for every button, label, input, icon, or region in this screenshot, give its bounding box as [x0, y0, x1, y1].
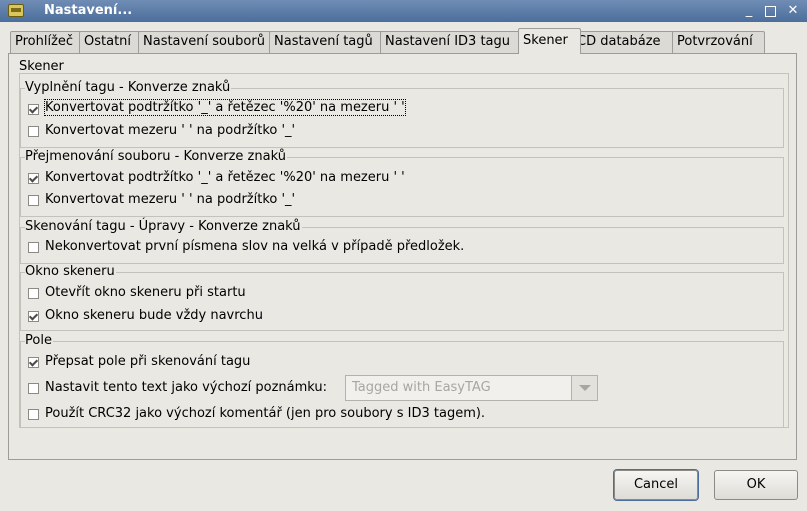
group-title-scanner-window: Okno skeneru	[25, 264, 116, 279]
checkbox-default-comment[interactable]	[28, 383, 39, 394]
chevron-down-icon[interactable]	[571, 376, 597, 400]
label-scanner-always-on-top[interactable]: Okno skeneru bude vždy navrchu	[45, 308, 263, 323]
label-tag-fill-space[interactable]: Konvertovat mezeru ' ' na podržítko '_'	[45, 123, 295, 138]
group-title-scan-edit: Skenování tagu - Úpravy - Konverze znaků	[25, 219, 302, 234]
group-tag-fill-box	[20, 88, 784, 148]
checkbox-crc32-comment[interactable]	[28, 409, 39, 420]
tab-nastaveni-souboru[interactable]: Nastavení souborů	[138, 31, 275, 53]
default-comment-combo[interactable]: Tagged with EasyTAG	[345, 375, 598, 401]
tab-cd-databaze[interactable]: CD databáze	[572, 31, 680, 53]
tab-prohlizec[interactable]: Prohlížeč	[10, 31, 82, 53]
checkbox-tag-fill-underscore[interactable]	[28, 104, 39, 115]
tab-potvrzovani[interactable]: Potvrzování	[672, 31, 765, 53]
minimize-icon[interactable]: _	[741, 3, 757, 19]
label-no-capitalize-prepositions[interactable]: Nekonvertovat první písmena slov na velk…	[45, 239, 464, 254]
default-comment-entry[interactable]: Tagged with EasyTAG	[352, 380, 491, 395]
tab-nastaveni-id3-tagu[interactable]: Nastavení ID3 tagu	[380, 31, 525, 53]
maximize-icon[interactable]	[762, 3, 778, 19]
app-icon	[8, 4, 24, 17]
title-bar: Nastavení... _ ✕	[0, 0, 807, 22]
checkbox-overwrite-fields[interactable]	[28, 357, 39, 368]
cancel-button-label: Cancel	[633, 477, 679, 492]
ok-button-label: OK	[746, 477, 766, 492]
checkbox-scanner-always-on-top[interactable]	[28, 311, 39, 322]
label-tag-fill-underscore[interactable]: Konvertovat podtržítko '_' a řetězec '%2…	[44, 99, 406, 116]
checkbox-no-capitalize-prepositions[interactable]	[28, 242, 39, 253]
label-open-scanner-at-start[interactable]: Otevřít okno skeneru při startu	[45, 285, 246, 300]
group-title-fields: Pole	[25, 333, 53, 348]
group-title-tag-fill: Vyplnění tagu - Konverze znaků	[25, 80, 232, 95]
section-title: Skener	[19, 59, 64, 74]
label-overwrite-fields[interactable]: Přepsat pole při skenování tagu	[45, 354, 250, 369]
label-default-comment[interactable]: Nastavit tento text jako výchozí poznámk…	[45, 380, 327, 395]
tab-nastaveni-tagu[interactable]: Nastavení tagů	[269, 31, 385, 53]
tab-ostatni[interactable]: Ostatní	[79, 31, 145, 53]
group-rename-box	[20, 157, 784, 217]
checkbox-open-scanner-at-start[interactable]	[28, 288, 39, 299]
window-title: Nastavení...	[44, 3, 133, 18]
label-rename-underscore[interactable]: Konvertovat podtržítko '_' a řetězec '%2…	[45, 170, 405, 185]
tab-skener[interactable]: Skener	[518, 28, 581, 54]
cancel-button[interactable]: Cancel	[614, 470, 698, 500]
checkbox-rename-underscore[interactable]	[28, 173, 39, 184]
checkbox-tag-fill-space[interactable]	[28, 126, 39, 137]
ok-button[interactable]: OK	[714, 470, 798, 500]
close-icon[interactable]: ✕	[785, 3, 801, 19]
label-crc32-comment[interactable]: Použít CRC32 jako výchozí komentář (jen …	[45, 406, 485, 421]
label-rename-space[interactable]: Konvertovat mezeru ' ' na podržítko '_'	[45, 192, 295, 207]
group-title-rename: Přejmenování souboru - Konverze znaků	[25, 149, 287, 164]
checkbox-rename-space[interactable]	[28, 195, 39, 206]
